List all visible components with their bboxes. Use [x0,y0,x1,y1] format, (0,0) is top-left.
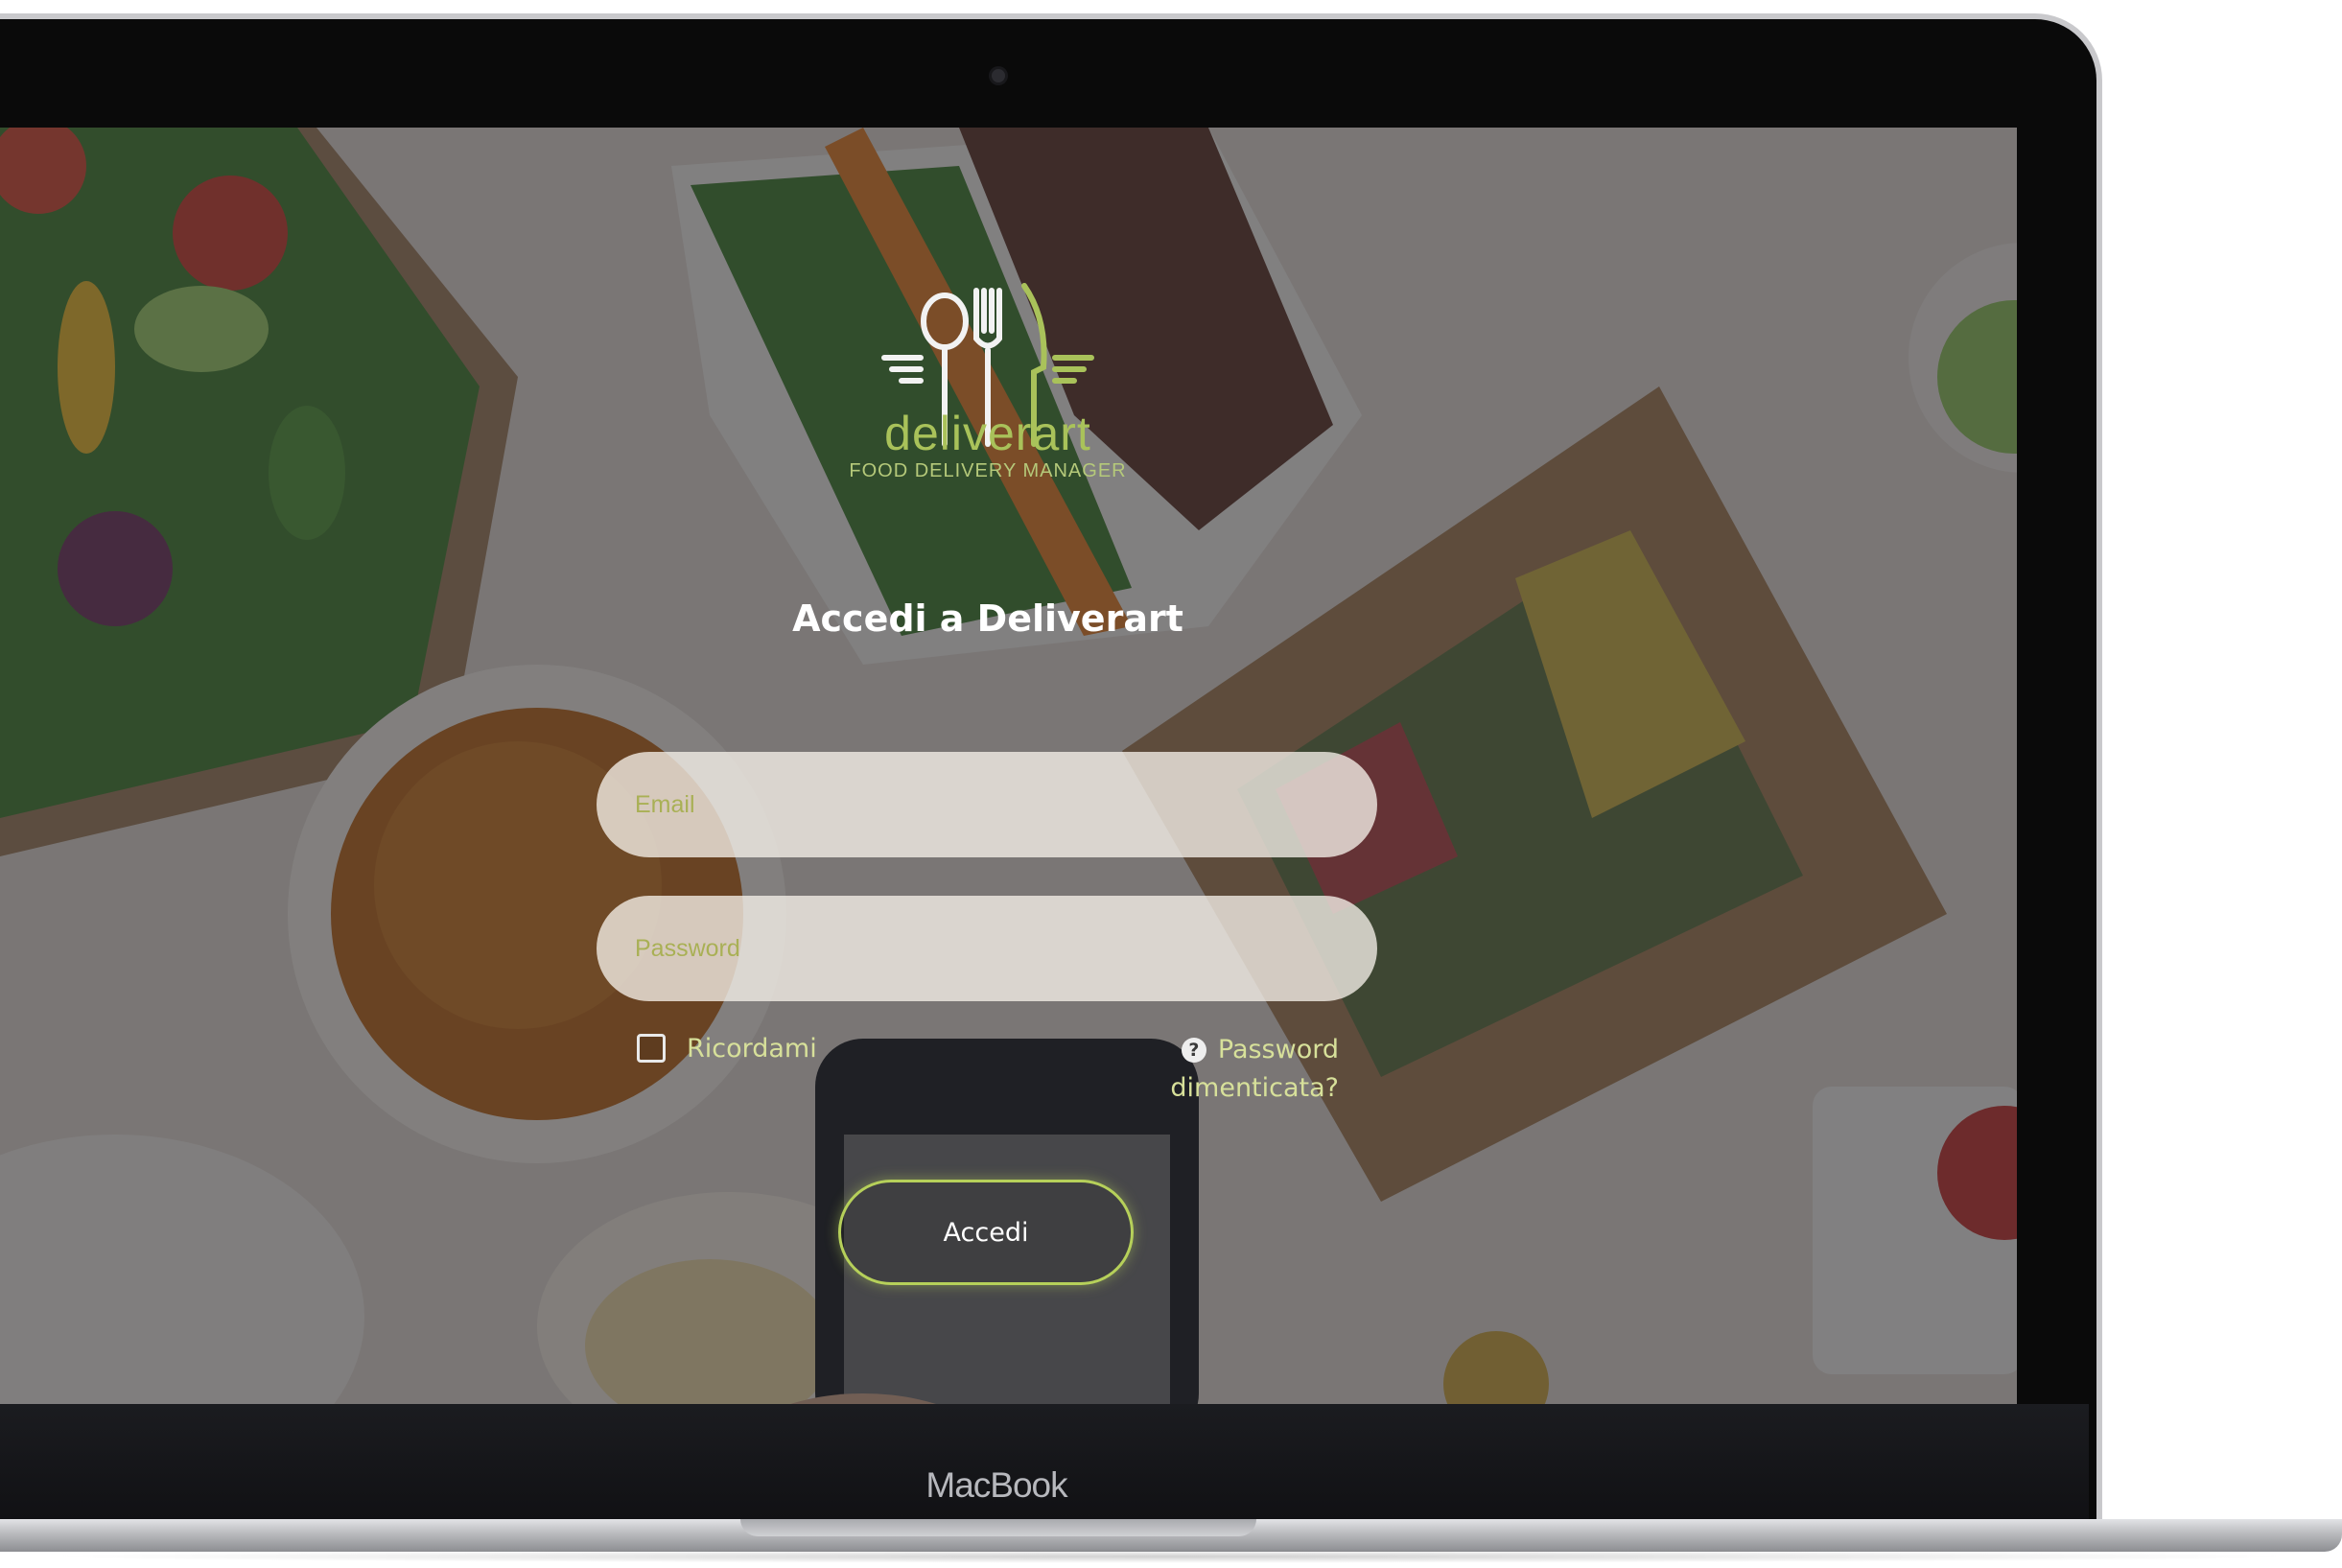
password-input[interactable] [597,896,1377,1001]
checkbox-icon[interactable] [637,1034,666,1063]
webcam [992,69,1005,82]
laptop-base-notch [740,1519,1256,1536]
remember-me-option[interactable]: Ricordami [637,1029,817,1067]
email-input[interactable] [597,752,1377,857]
forgot-password-link[interactable]: ? Password dimenticata? [1112,1031,1339,1108]
logo-wordmark: deliverart [884,407,1091,460]
device-brand-label: MacBook [925,1465,1067,1505]
laptop-shadow [38,1550,2302,1563]
login-screen: deliverart FOOD DELIVERY MANAGER Accedi … [0,128,2017,1404]
login-button[interactable]: Accedi [838,1180,1134,1285]
question-circle-icon: ? [1181,1038,1206,1063]
remember-me-label: Ricordami [687,1033,817,1064]
page-title: Accedi a Deliverart [792,597,1183,640]
logo-tagline: FOOD DELIVERY MANAGER [849,460,1127,481]
